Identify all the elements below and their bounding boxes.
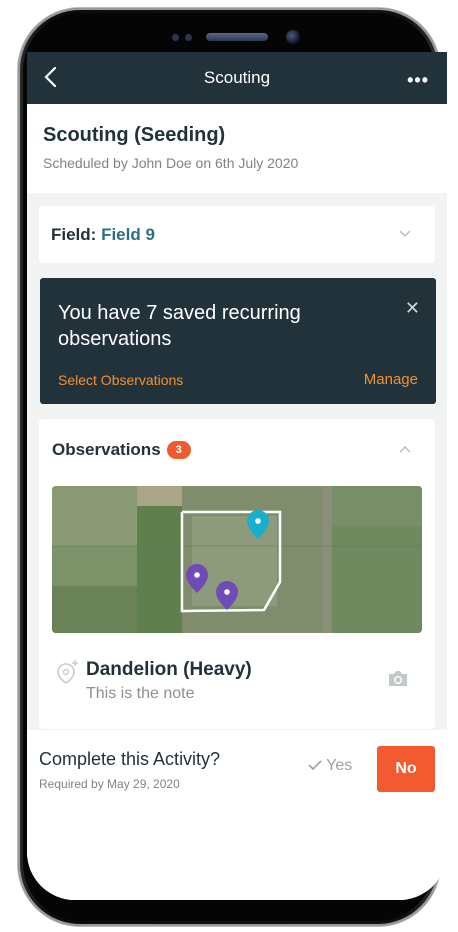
checkmark-icon <box>308 760 322 771</box>
select-observations-link[interactable]: Select Observations <box>58 372 183 388</box>
front-camera <box>286 30 300 44</box>
sensor-dot <box>172 34 179 41</box>
complete-activity-bar: Complete this Activity? Required by May … <box>27 730 447 900</box>
field-value: Field 9 <box>101 225 155 244</box>
recurring-message: You have 7 saved recurring observations <box>58 302 301 350</box>
activity-title: Scouting (Seeding) <box>43 124 226 146</box>
complete-question: Complete this Activity? <box>39 749 221 769</box>
location-pin-add-icon <box>57 660 78 684</box>
observations-heading[interactable]: Observations 3 <box>52 440 191 460</box>
field-selector[interactable]: Field: Field 9 <box>39 206 435 263</box>
field-label: Field: <box>51 225 97 244</box>
recurring-observations-banner: You have 7 saved recurring observations … <box>40 278 436 404</box>
manage-link[interactable]: Manage <box>364 371 418 388</box>
chevron-up-icon[interactable] <box>399 445 411 453</box>
yes-button[interactable]: Yes <box>308 757 352 775</box>
observations-card: Observations 3 Dandelion (Heavy) This is… <box>39 419 435 729</box>
field-label-row: Field: Field 9 <box>51 225 155 245</box>
observation-note: This is the note <box>86 685 195 702</box>
page-title: Scouting <box>203 68 271 87</box>
yes-label: Yes <box>326 757 353 774</box>
required-by-date: Required by May 29, 2020 <box>39 777 180 791</box>
chevron-down-icon[interactable] <box>399 230 411 238</box>
no-button[interactable]: No <box>377 746 435 792</box>
close-icon[interactable]: ✕ <box>405 298 420 319</box>
activity-subtitle: Scheduled by John Doe on 6th July 2020 <box>43 155 299 171</box>
field-map[interactable] <box>52 486 422 633</box>
camera-icon[interactable] <box>387 669 409 687</box>
sensor-dot <box>185 34 192 41</box>
earpiece-speaker <box>206 33 268 41</box>
top-bar: Scouting ••• <box>27 52 447 104</box>
observation-name[interactable]: Dandelion (Heavy) <box>86 659 252 681</box>
observations-title: Observations <box>52 440 161 459</box>
app-screen: Scouting ••• Scouting (Seeding) Schedule… <box>27 52 447 900</box>
activity-header: Scouting (Seeding) Scheduled by John Doe… <box>27 104 447 193</box>
observations-count-badge: 3 <box>166 441 191 459</box>
more-options-icon[interactable]: ••• <box>407 70 429 91</box>
